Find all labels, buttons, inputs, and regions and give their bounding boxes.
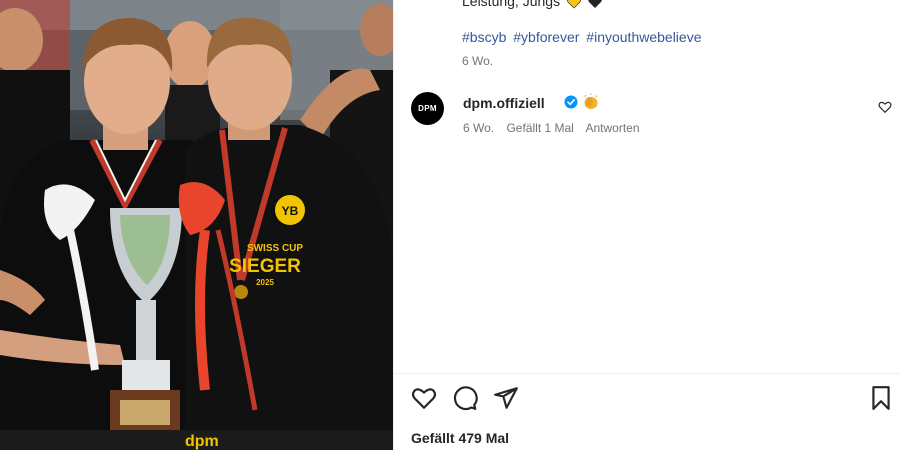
comment-timestamp[interactable]: 6 Wo.: [463, 121, 494, 135]
paper-plane-icon[interactable]: [493, 385, 519, 411]
banner-text: dpm: [185, 433, 219, 450]
shirt-text-year: 2025: [256, 278, 274, 287]
hashtag-list: #bscyb #ybforever #inyouthwebelieve: [462, 29, 705, 45]
comment-icon[interactable]: [452, 385, 478, 411]
hashtag-link-bscyb[interactable]: #bscyb: [462, 29, 506, 45]
reply-button[interactable]: Antworten: [586, 121, 640, 135]
yellow-heart-icon: [566, 0, 581, 9]
yb-crest-text: YB: [282, 204, 299, 218]
clapping-hands-emoji-icon: [584, 93, 598, 109]
commenter-avatar[interactable]: DPM: [411, 92, 444, 125]
caption-text-tail: Leistung, Jungs: [462, 0, 602, 9]
black-heart-icon: [588, 0, 602, 9]
hashtag-link-ybforever[interactable]: #ybforever: [513, 29, 579, 45]
post-photo[interactable]: YB SWISS CUP SIEGER 2025 dpm: [0, 0, 393, 450]
comment-likes[interactable]: Gefällt 1 Mal: [506, 121, 573, 135]
shirt-text-mid: SIEGER: [229, 256, 301, 277]
heart-icon[interactable]: [411, 385, 437, 411]
comment-like-heart-icon[interactable]: [878, 100, 892, 114]
comment-item: DPM dpm.offiziell 6 Wo. Gefällt 1 Mal An…: [411, 92, 892, 142]
caption-tail-text: Leistung, Jungs: [462, 0, 561, 9]
comment-meta: 6 Wo. Gefällt 1 Mal Antworten: [463, 121, 649, 135]
post-like-count[interactable]: Gefällt 479 Mal: [411, 430, 509, 446]
verified-badge-icon: [564, 95, 578, 109]
post-action-bar: [394, 385, 900, 415]
shirt-text-top: SWISS CUP: [247, 243, 303, 254]
commenter-username[interactable]: dpm.offiziell: [463, 95, 545, 111]
actions-divider: [394, 373, 900, 374]
photo-illustration: YB SWISS CUP SIEGER 2025 dpm: [0, 0, 393, 450]
bookmark-icon[interactable]: [868, 385, 894, 411]
hashtag-link-inyouthwebelieve[interactable]: #inyouthwebelieve: [586, 29, 701, 45]
post-details-panel: Leistung, Jungs #bscyb #ybforever #inyou…: [393, 0, 900, 450]
caption-timestamp[interactable]: 6 Wo.: [462, 54, 493, 68]
